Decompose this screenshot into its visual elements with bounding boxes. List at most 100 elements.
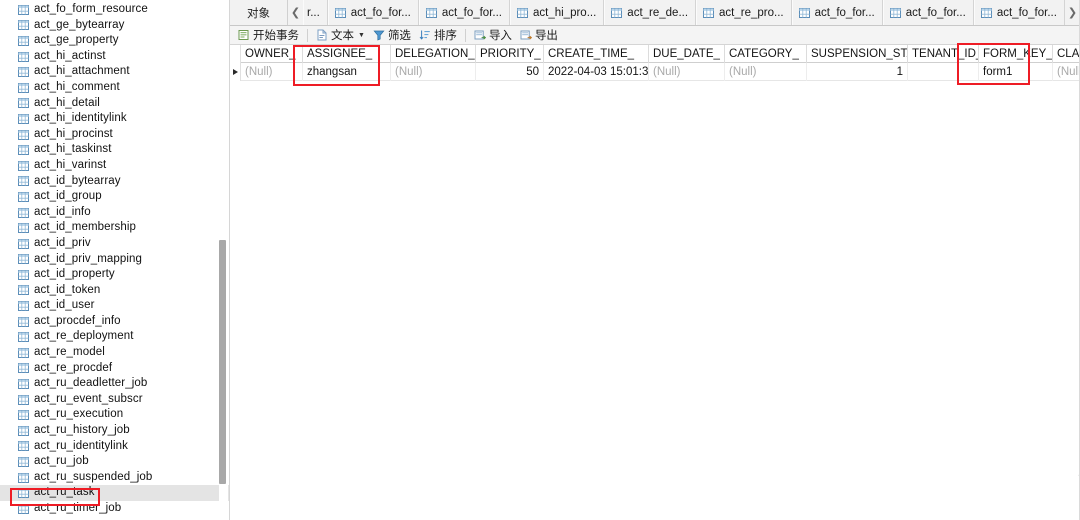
begin-transaction-button[interactable]: 开始事务 (234, 27, 303, 44)
column-header-suspension-state-[interactable]: SUSPENSION_STATE_ (807, 44, 908, 63)
tree-item-act-id-membership[interactable]: act_id_membership (0, 220, 229, 236)
object-tree-sidebar[interactable]: act_fo_form_resource act_ge_bytearray act_… (0, 0, 230, 520)
sidebar-scrollbar-track[interactable] (219, 0, 228, 520)
current-row-arrow (230, 62, 241, 81)
tree-item-act-re-procdef[interactable]: act_re_procdef (0, 361, 229, 377)
tree-item-act-ru-timer-job[interactable]: act_ru_timer_job (0, 501, 229, 517)
cell-priority-[interactable]: 50 (476, 62, 544, 81)
tree-item-act-ru-execution[interactable]: act_ru_execution (0, 407, 229, 423)
cell-delegation-[interactable]: (Null) (391, 62, 476, 81)
tree-item-act-re-model[interactable]: act_re_model (0, 345, 229, 361)
tree-item-label: act_id_priv_mapping (34, 252, 143, 265)
tree-item-act-id-info[interactable]: act_id_info (0, 205, 229, 221)
tree-item-act-id-priv-mapping[interactable]: act_id_priv_mapping (0, 252, 229, 268)
cell-assignee-[interactable]: zhangsan (303, 62, 391, 81)
tab-label: act_re_de... (627, 7, 689, 19)
tree-item-act-ru-suspended-job[interactable]: act_ru_suspended_job (0, 470, 229, 486)
tree-item-act-hi-comment[interactable]: act_hi_comment (0, 80, 229, 96)
chevron-right-icon[interactable]: ❯ (1065, 0, 1080, 25)
tree-item-act-id-user[interactable]: act_id_user (0, 298, 229, 314)
text-button[interactable]: 文本 ▼ (312, 27, 369, 44)
chevron-down-icon[interactable]: ▼ (358, 32, 365, 39)
column-header-assignee-[interactable]: ASSIGNEE_ (303, 44, 391, 63)
column-header-create-time-[interactable]: CREATE_TIME_ (544, 44, 649, 63)
table-icon (18, 51, 29, 62)
tree-item-act-procdef-info[interactable]: act_procdef_info (0, 314, 229, 330)
table-icon (18, 347, 29, 358)
tab-act-fo-for---[interactable]: act_fo_for... (327, 0, 419, 25)
object-panel-label[interactable]: 对象 (230, 0, 288, 25)
row-marker-header (230, 44, 241, 63)
tree-item-act-hi-procinst[interactable]: act_hi_procinst (0, 127, 229, 143)
tab-act-re-pro---[interactable]: act_re_pro... (696, 0, 792, 25)
column-header-claim[interactable]: CLAIM (1053, 45, 1080, 63)
tree-item-act-fo-form-resource[interactable]: act_fo_form_resource (0, 2, 229, 18)
column-header-delegation-[interactable]: DELEGATION_ (391, 44, 476, 63)
tab-act-re-de---[interactable]: act_re_de... (604, 0, 697, 25)
tab-act-fo-for---[interactable]: act_fo_for... (418, 0, 510, 25)
table-icon (18, 191, 29, 202)
import-button[interactable]: 导入 (470, 27, 516, 44)
grid-body[interactable]: (Null) zhangsan (Null) 50 2022-04-03 15:01:3… (230, 62, 1080, 81)
editor-tabstrip[interactable]: 对象 ❮ r... act_fo_for... act_fo_for... act_h… (230, 0, 1080, 26)
tree-item-act-id-property[interactable]: act_id_property (0, 267, 229, 283)
column-header-due-date-[interactable]: DUE_DATE_ (649, 44, 725, 63)
tree-item-act-ru-history-job[interactable]: act_ru_history_job (0, 423, 229, 439)
tree-item-act-id-token[interactable]: act_id_token (0, 283, 229, 299)
tab-act-fo-for---[interactable]: act_fo_for... (791, 0, 883, 25)
chevron-left-icon[interactable]: ❮ (288, 0, 303, 25)
tree-item-act-hi-attachment[interactable]: act_hi_attachment (0, 64, 229, 80)
cell-form-key-[interactable]: form1 (979, 62, 1053, 81)
cell-suspension-state-[interactable]: 1 (807, 62, 908, 81)
column-header-priority-[interactable]: PRIORITY_ (476, 44, 544, 63)
tree-item-act-hi-varinst[interactable]: act_hi_varinst (0, 158, 229, 174)
sort-button[interactable]: 排序 (415, 27, 461, 44)
tree-item-act-id-group[interactable]: act_id_group (0, 189, 229, 205)
sidebar-scrollbar-thumb[interactable] (219, 240, 226, 484)
tab-act-hi-pro---[interactable]: act_hi_pro... (510, 0, 605, 25)
table-icon (18, 472, 29, 483)
tab-act-fo-for---[interactable]: act_fo_for... (973, 0, 1065, 25)
tab-act-fo-for---[interactable]: act_fo_for... (882, 0, 974, 25)
cell-category-[interactable]: (Null) (725, 62, 807, 81)
column-header-tenant-id-[interactable]: TENANT_ID_ (908, 44, 979, 63)
tree-item-act-hi-detail[interactable]: act_hi_detail (0, 96, 229, 112)
tree-item-act-ru-deadletter-job[interactable]: act_ru_deadletter_job (0, 376, 229, 392)
table-icon (980, 8, 992, 18)
filter-button[interactable]: 筛选 (369, 27, 415, 44)
column-header-category-[interactable]: CATEGORY_ (725, 44, 807, 63)
tree-item-act-ge-property[interactable]: act_ge_property (0, 33, 229, 49)
tab-truncated-first[interactable]: r... (303, 0, 328, 25)
export-button[interactable]: 导出 (516, 27, 562, 44)
tree-item-act-re-deployment[interactable]: act_re_deployment (0, 329, 229, 345)
grid-toolbar[interactable]: 开始事务 文本 ▼ 筛选 排序 导入 导出 (230, 26, 1080, 45)
cell-owner-[interactable]: (Null) (241, 62, 303, 81)
cell-due-date-[interactable]: (Null) (649, 62, 725, 81)
table-row[interactable]: (Null) zhangsan (Null) 50 2022-04-03 15:01:3… (230, 62, 1080, 81)
table-icon (18, 160, 29, 171)
cell-claim[interactable]: (Null) (1053, 63, 1080, 81)
tree-item-act-hi-actinst[interactable]: act_hi_actinst (0, 49, 229, 65)
tree-item-act-ru-event-subscr[interactable]: act_ru_event_subscr (0, 392, 229, 408)
data-grid[interactable]: OWNER_ ASSIGNEE_ DELEGATION_ PRIORITY_ CREAT… (230, 44, 1080, 81)
tree-item-act-ge-bytearray[interactable]: act_ge_bytearray (0, 18, 229, 34)
grid-header-row[interactable]: OWNER_ ASSIGNEE_ DELEGATION_ PRIORITY_ CREAT… (230, 44, 1080, 63)
table-list[interactable]: act_fo_form_resource act_ge_bytearray act_… (0, 2, 229, 517)
toolbar-divider (307, 28, 308, 42)
tree-item-act-hi-identitylink[interactable]: act_hi_identitylink (0, 111, 229, 127)
tree-item-label: act_id_token (34, 283, 101, 296)
cell-create-time-[interactable]: 2022-04-03 15:01:30 (544, 62, 649, 81)
tree-item-act-id-bytearray[interactable]: act_id_bytearray (0, 174, 229, 190)
tab-container[interactable]: r... act_fo_for... act_fo_for... act_hi_pro… (303, 0, 1065, 25)
column-header-form-key-[interactable]: FORM_KEY_ (979, 44, 1053, 63)
database-client-window: act_fo_form_resource act_ge_bytearray act_… (0, 0, 1080, 520)
tree-item-act-ru-task[interactable]: act_ru_task (0, 485, 229, 501)
cell-tenant-id-[interactable] (908, 62, 979, 81)
column-header-owner-[interactable]: OWNER_ (241, 44, 303, 63)
tree-item-label: act_procdef_info (34, 314, 121, 327)
tree-item-act-ru-identitylink[interactable]: act_ru_identitylink (0, 439, 229, 455)
tree-item-label: act_ru_deadletter_job (34, 377, 148, 390)
tree-item-act-hi-taskinst[interactable]: act_hi_taskinst (0, 142, 229, 158)
tree-item-act-ru-job[interactable]: act_ru_job (0, 454, 229, 470)
tree-item-act-id-priv[interactable]: act_id_priv (0, 236, 229, 252)
